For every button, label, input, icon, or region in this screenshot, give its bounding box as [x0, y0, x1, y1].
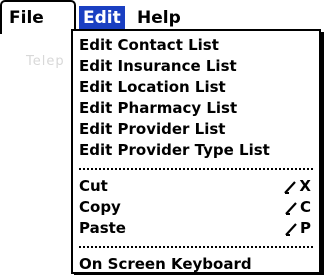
menu-item-copy[interactable]: Copy C [79, 197, 313, 218]
shortcut-copy: C [284, 197, 311, 218]
menu-item-label: Edit Provider Type List [79, 141, 270, 159]
menu-file[interactable]: File [7, 6, 46, 30]
menu-item-edit-contact-list[interactable]: Edit Contact List [79, 35, 313, 56]
command-stroke-icon [284, 180, 297, 194]
command-stroke-icon [285, 222, 297, 236]
menu-item-label: Edit Provider List [79, 120, 226, 138]
menu-item-label: Cut [79, 177, 108, 195]
edit-dropdown-menu: Edit Contact List Edit Insurance List Ed… [71, 29, 321, 274]
menu-item-label: Edit Contact List [79, 36, 219, 54]
background-app-text: Telep [26, 54, 65, 69]
menu-item-label: Edit Location List [79, 78, 226, 96]
menu-item-edit-provider-list[interactable]: Edit Provider List [79, 119, 313, 140]
menu-item-label: Paste [79, 219, 126, 237]
menu-item-paste[interactable]: Paste P [79, 218, 313, 239]
menu-item-edit-location-list[interactable]: Edit Location List [79, 77, 313, 98]
menu-item-label: Copy [79, 198, 121, 216]
menu-item-label: Edit Pharmacy List [79, 99, 238, 117]
shortcut-key: X [299, 177, 311, 195]
menu-help[interactable]: Help [135, 6, 183, 30]
menu-edit[interactable]: Edit [79, 6, 125, 30]
menubar: File Edit Help [0, 0, 333, 34]
menu-item-on-screen-keyboard[interactable]: On Screen Keyboard [79, 254, 313, 275]
menu-item-label: Edit Insurance List [79, 57, 237, 75]
menu-separator [79, 168, 313, 170]
menu-item-edit-pharmacy-list[interactable]: Edit Pharmacy List [79, 98, 313, 119]
shortcut-key: C [299, 198, 311, 216]
shortcut-key: P [300, 219, 311, 237]
edit-dropdown-items: Edit Contact List Edit Insurance List Ed… [79, 35, 313, 275]
menu-item-label: On Screen Keyboard [79, 255, 252, 273]
menu-item-edit-insurance-list[interactable]: Edit Insurance List [79, 56, 313, 77]
command-stroke-icon [285, 201, 297, 215]
shortcut-paste: P [284, 218, 311, 239]
shortcut-cut: X [283, 176, 311, 197]
menu-separator [79, 246, 313, 248]
menu-item-edit-provider-type-list[interactable]: Edit Provider Type List [79, 140, 313, 161]
menu-item-cut[interactable]: Cut X [79, 176, 313, 197]
